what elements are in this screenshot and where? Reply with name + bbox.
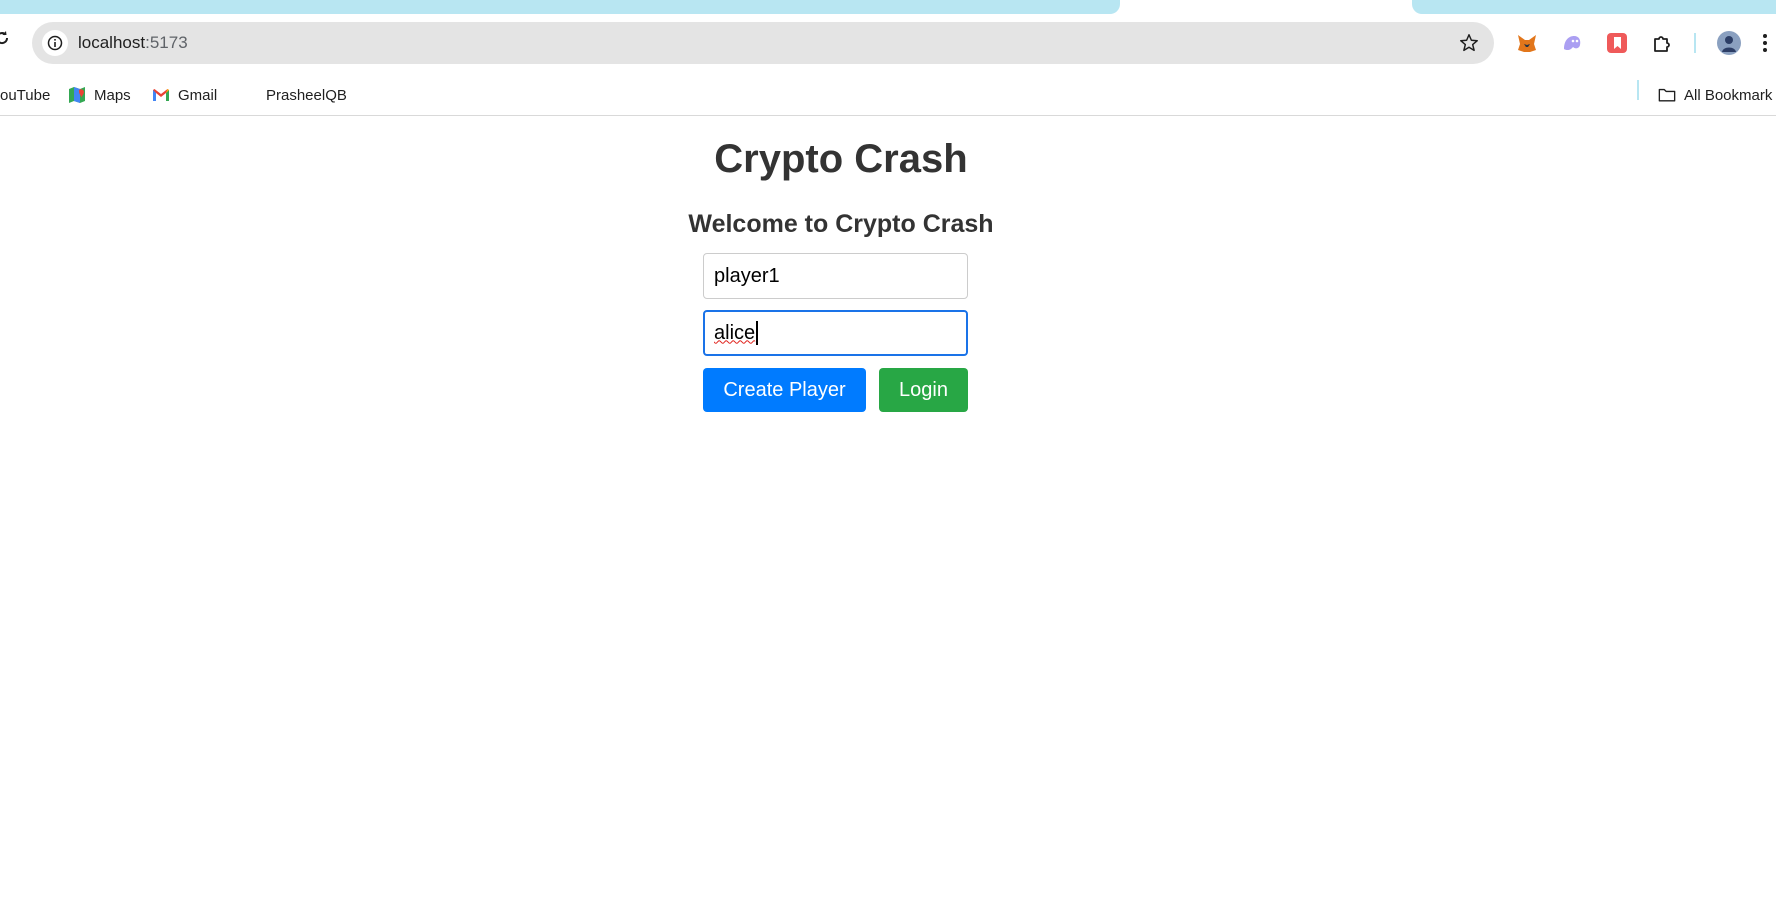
url-host: localhost xyxy=(78,33,146,52)
bookmark-star-icon[interactable] xyxy=(1458,32,1480,54)
puzzle-extensions-icon[interactable] xyxy=(1650,31,1674,55)
toolbar-divider xyxy=(1694,33,1696,53)
bookmark-label: PrasheelQB xyxy=(266,86,347,104)
address-bar[interactable]: localhost:5173 xyxy=(32,22,1494,64)
text-caret xyxy=(756,321,758,345)
welcome-heading: Welcome to Crypto Crash xyxy=(688,210,994,238)
more-menu-icon[interactable] xyxy=(1758,31,1772,55)
login-button[interactable]: Login xyxy=(879,368,968,412)
tab-strip xyxy=(0,0,1776,14)
gmail-icon xyxy=(152,86,170,104)
bookmark-prasheelqb[interactable]: PrasheelQB xyxy=(240,85,347,105)
page-content: Crypto Crash Welcome to Crypto Crash pla… xyxy=(0,117,1776,898)
red-bookmark-extension-icon[interactable] xyxy=(1605,31,1629,55)
reload-icon[interactable] xyxy=(0,30,10,46)
all-bookmarks-label: All Bookmark xyxy=(1684,86,1773,104)
bookmarks-bar: ouTube Maps Gmail PrasheelQB All Bookmar… xyxy=(0,74,1776,116)
username-value: alice xyxy=(714,321,756,344)
url-port: :5173 xyxy=(145,33,188,52)
folder-icon xyxy=(1658,86,1676,104)
site-info-icon[interactable] xyxy=(42,30,68,56)
profile-avatar-icon[interactable] xyxy=(1717,31,1741,55)
all-bookmarks-folder[interactable]: All Bookmark xyxy=(1658,85,1772,105)
create-player-button[interactable]: Create Player xyxy=(703,368,866,412)
page-title: Crypto Crash xyxy=(714,137,968,181)
bookmark-label: Maps xyxy=(94,86,131,104)
bookmark-label: ouTube xyxy=(0,86,51,104)
player-id-value: player1 xyxy=(714,264,780,287)
username-input[interactable]: alice xyxy=(703,310,968,356)
browser-tab[interactable] xyxy=(1412,0,1776,14)
bookmark-label: Gmail xyxy=(178,86,218,104)
bookmark-gmail[interactable]: Gmail xyxy=(152,85,217,105)
player-id-input[interactable]: player1 xyxy=(703,253,968,299)
bookmark-youtube[interactable]: ouTube xyxy=(0,85,50,105)
bookmark-maps[interactable]: Maps xyxy=(68,85,131,105)
bookmark-icon xyxy=(240,86,258,104)
maps-icon xyxy=(68,86,86,104)
bookmarks-divider xyxy=(1637,80,1639,100)
url-text: localhost:5173 xyxy=(78,33,188,53)
metamask-icon[interactable] xyxy=(1515,31,1539,55)
browser-tab[interactable] xyxy=(0,0,1120,14)
ghost-extension-icon[interactable] xyxy=(1560,31,1584,55)
